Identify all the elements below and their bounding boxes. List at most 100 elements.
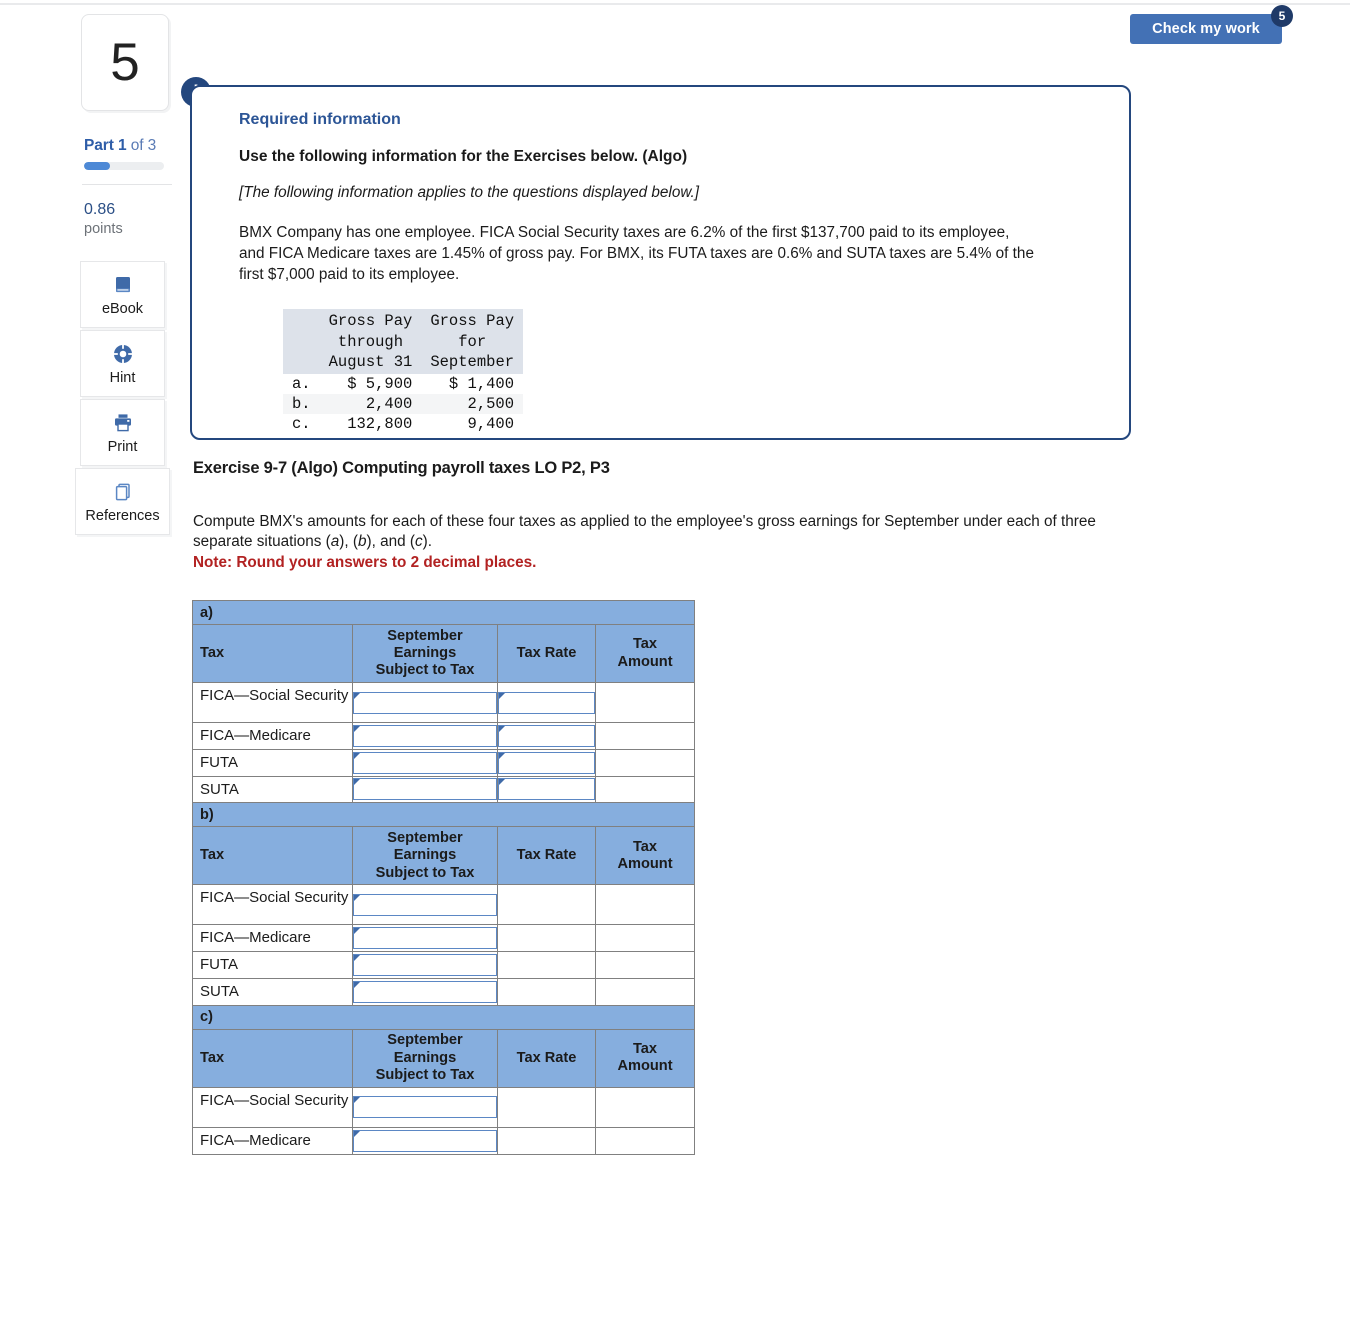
earnings-subject-to-tax-input-cell[interactable] xyxy=(352,1086,498,1128)
table-row: FICA—Medicare xyxy=(192,924,696,953)
printer-icon xyxy=(112,411,134,435)
answer-section-header-row: c) xyxy=(191,1004,696,1030)
check-my-work-container: Check my work 5 xyxy=(1130,5,1293,44)
earnings-subject-to-tax-input[interactable] xyxy=(353,691,497,714)
table-row: FUTA xyxy=(192,951,696,979)
column-header-tax-rate: Tax Rate xyxy=(497,624,596,683)
check-my-work-badge: 5 xyxy=(1271,5,1293,27)
payroll-answer-table: a) Tax September Earnings Subject to Tax Ta… xyxy=(191,600,696,1155)
required-information-title: Required information xyxy=(239,111,401,128)
tax-rate-input[interactable] xyxy=(498,751,595,774)
references-button[interactable]: References xyxy=(75,468,170,535)
table-row: FUTA xyxy=(192,748,696,777)
hint-button[interactable]: Hint xyxy=(80,330,165,397)
tax-amount-cell xyxy=(594,775,696,804)
rounding-note: Note: Round your answers to 2 decimal pl… xyxy=(193,553,537,571)
earnings-subject-to-tax-input-cell[interactable] xyxy=(352,951,498,979)
part-total: of 3 xyxy=(126,137,157,154)
tax-rate-cell xyxy=(497,1086,596,1128)
column-header-earnings: September Earnings Subject to Tax xyxy=(352,624,498,683)
earnings-subject-to-tax-input[interactable] xyxy=(353,751,497,774)
book-icon xyxy=(112,273,134,297)
tax-rate-cell xyxy=(497,884,596,926)
tax-rate-cell xyxy=(497,977,596,1006)
earnings-subject-to-tax-input[interactable] xyxy=(353,778,497,801)
earnings-subject-to-tax-input[interactable] xyxy=(353,980,497,1003)
required-information-body: BMX Company has one employee. FICA Socia… xyxy=(239,224,1034,283)
column-header-earnings: September Earnings Subject to Tax xyxy=(352,1028,498,1088)
gross-pay-for-september: 9,400 xyxy=(467,415,515,434)
gross-pay-for-september: 2,500 xyxy=(421,394,524,415)
gross-pay-header-blank xyxy=(283,309,320,375)
tax-row-label: FICA—Social Security xyxy=(192,1086,353,1128)
gross-pay-row-label: b. xyxy=(283,394,320,415)
part-progress-bar xyxy=(84,162,164,170)
table-row: FICA—Social Security xyxy=(192,884,696,926)
tax-row-label: FICA—Medicare xyxy=(192,722,353,750)
tax-row-label: FICA—Medicare xyxy=(192,924,353,953)
earnings-subject-to-tax-input-cell[interactable] xyxy=(352,775,498,804)
ebook-label: eBook xyxy=(101,300,144,317)
references-label: References xyxy=(85,507,160,524)
lifebuoy-icon xyxy=(112,342,134,366)
column-header-tax-rate: Tax Rate xyxy=(497,1028,596,1088)
earnings-subject-to-tax-input-cell[interactable] xyxy=(352,748,498,777)
tax-rate-input[interactable] xyxy=(498,691,595,714)
earnings-subject-to-tax-input[interactable] xyxy=(353,1096,497,1119)
prompt-situation-a: a xyxy=(330,533,340,551)
part-progress-fill xyxy=(84,162,110,170)
points-label: points xyxy=(84,221,123,237)
tax-rate-cell xyxy=(497,951,596,979)
print-button[interactable]: Print xyxy=(80,399,165,466)
required-information-subtitle: Use the following information for the Ex… xyxy=(239,148,688,165)
required-information-callout: Required information Use the following i… xyxy=(190,85,1131,440)
answer-section-header-row: a) xyxy=(191,600,696,625)
tax-rate-input[interactable] xyxy=(498,778,595,801)
earnings-subject-to-tax-input-cell[interactable] xyxy=(352,682,498,723)
earnings-subject-to-tax-input[interactable] xyxy=(353,1129,497,1152)
gross-pay-header-row: Gross Pay through August 31 Gross Pay fo… xyxy=(283,309,524,375)
gross-pay-row-label: c. xyxy=(292,415,311,434)
earnings-subject-to-tax-input[interactable] xyxy=(353,927,497,950)
column-header-tax: Tax xyxy=(192,1028,353,1088)
check-my-work-button[interactable]: Check my work xyxy=(1130,14,1282,44)
answer-column-header-row: Tax September Earnings Subject to Tax Tax … xyxy=(192,624,696,683)
tax-rate-input-cell[interactable] xyxy=(497,682,596,723)
required-information-italic-note: [The following information applies to th… xyxy=(239,184,700,201)
column-header-tax-rate: Tax Rate xyxy=(497,826,596,886)
column-header-earnings: September Earnings Subject to Tax xyxy=(352,826,498,886)
prompt-situation-c: c xyxy=(414,533,423,551)
part-current: Part 1 xyxy=(84,137,127,154)
prompt-text-mid2: ), and ( xyxy=(366,533,415,551)
table-row: a. $ 5,900 $ 1,400 xyxy=(283,374,523,394)
gross-pay-row-label: a. xyxy=(292,375,311,394)
table-row: b. 2,400 2,500 xyxy=(283,394,524,415)
earnings-subject-to-tax-input[interactable] xyxy=(353,724,497,747)
tax-amount-cell xyxy=(594,977,696,1006)
tax-rate-input-cell[interactable] xyxy=(497,722,596,750)
tax-rate-input[interactable] xyxy=(498,724,595,747)
tax-amount-cell xyxy=(594,682,696,723)
tax-rate-input-cell[interactable] xyxy=(497,748,596,777)
table-row: SUTA xyxy=(192,775,696,804)
prompt-text-mid1: ), ( xyxy=(339,533,358,551)
earnings-subject-to-tax-input-cell[interactable] xyxy=(352,722,498,750)
column-header-tax-amount: Tax Amount xyxy=(594,624,696,683)
earnings-subject-to-tax-input-cell[interactable] xyxy=(352,884,498,926)
gross-pay-through-august: 132,800 xyxy=(347,415,413,434)
tool-stack: eBook Hint Print References xyxy=(75,261,173,535)
print-label: Print xyxy=(107,438,138,455)
tax-rate-input-cell[interactable] xyxy=(497,775,596,804)
column-header-tax-amount: Tax Amount xyxy=(594,826,696,886)
ebook-button[interactable]: eBook xyxy=(80,261,165,328)
earnings-subject-to-tax-input[interactable] xyxy=(353,954,497,977)
earnings-subject-to-tax-input-cell[interactable] xyxy=(352,977,498,1006)
answer-column-header-row: Tax September Earnings Subject to Tax Tax … xyxy=(192,1028,696,1088)
earnings-subject-to-tax-input-cell[interactable] xyxy=(352,1126,498,1155)
tax-row-label: SUTA xyxy=(192,977,353,1006)
answer-table-body: a) Tax September Earnings Subject to Tax Ta… xyxy=(191,600,696,1155)
earnings-subject-to-tax-input-cell[interactable] xyxy=(352,924,498,953)
earnings-subject-to-tax-input[interactable] xyxy=(353,893,497,916)
question-number-box: 5 xyxy=(81,14,169,111)
page-top-rule xyxy=(0,3,1350,5)
